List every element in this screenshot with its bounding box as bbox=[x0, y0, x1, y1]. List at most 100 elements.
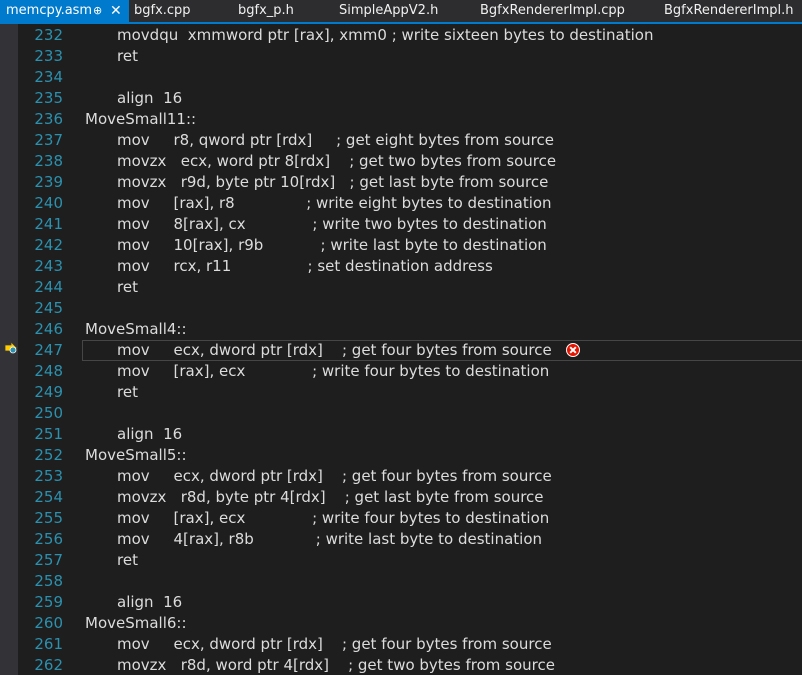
line-number: 251 bbox=[34, 425, 63, 443]
code-line[interactable]: 233 ret bbox=[18, 46, 802, 67]
line-number: 252 bbox=[34, 446, 63, 464]
line-number: 236 bbox=[34, 110, 63, 128]
line-number: 233 bbox=[34, 47, 63, 65]
line-number: 238 bbox=[34, 152, 63, 170]
tab-bgfx-cpp[interactable]: bgfx.cpp bbox=[128, 0, 228, 22]
code-line[interactable]: 242 mov 10[rax], r9b ; write last byte to… bbox=[18, 235, 802, 256]
tab-label: BgfxRendererImpl.h bbox=[664, 3, 794, 18]
line-number: 242 bbox=[34, 236, 63, 254]
code-line[interactable]: 262 movzx r8d, word ptr 4[rdx] ; get two … bbox=[18, 655, 802, 675]
code-text: ret bbox=[117, 47, 138, 65]
line-number: 237 bbox=[34, 131, 63, 149]
tab-simpleappv2-h[interactable]: SimpleAppV2.h bbox=[333, 0, 463, 22]
code-text: mov 4[rax], r8b ; write last byte to des… bbox=[117, 530, 543, 548]
code-line[interactable]: 245 bbox=[18, 298, 802, 319]
error-icon[interactable] bbox=[566, 343, 580, 357]
code-line[interactable]: 247 mov ecx, dword ptr [rdx] ; get four b… bbox=[18, 340, 802, 361]
code-line[interactable]: 239 movzx r9d, byte ptr 10[rdx] ; get las… bbox=[18, 172, 802, 193]
line-number: 240 bbox=[34, 194, 63, 212]
tab-bgfxrendererimpl-cpp[interactable]: BgfxRendererImpl.cpp bbox=[474, 0, 654, 22]
line-number: 254 bbox=[34, 488, 63, 506]
code-line[interactable]: 238 movzx ecx, word ptr 8[rdx] ; get two … bbox=[18, 151, 802, 172]
code-line[interactable]: 243 mov rcx, r11 ; set destination addres… bbox=[18, 256, 802, 277]
code-text: mov ecx, dword ptr [rdx] ; get four byte… bbox=[117, 635, 552, 653]
code-editor[interactable]: 232 movdqu xmmword ptr [rax], xmm0 ; writ… bbox=[18, 24, 802, 675]
code-text: MoveSmall6:: bbox=[85, 614, 187, 632]
line-number: 249 bbox=[34, 383, 63, 401]
code-line[interactable]: 234 bbox=[18, 67, 802, 88]
code-line[interactable]: 232 movdqu xmmword ptr [rax], xmm0 ; writ… bbox=[18, 25, 802, 46]
code-text: mov 10[rax], r9b ; write last byte to de… bbox=[117, 236, 547, 254]
code-line[interactable]: 257 ret bbox=[18, 550, 802, 571]
line-number: 255 bbox=[34, 509, 63, 527]
code-line[interactable]: 260 MoveSmall6:: bbox=[18, 613, 802, 634]
code-line[interactable]: 244 ret bbox=[18, 277, 802, 298]
line-number: 244 bbox=[34, 278, 63, 296]
line-number: 253 bbox=[34, 467, 63, 485]
line-number: 239 bbox=[34, 173, 63, 191]
code-line[interactable]: 251 align 16 bbox=[18, 424, 802, 445]
code-text: align 16 bbox=[117, 89, 183, 107]
code-line[interactable]: 261 mov ecx, dword ptr [rdx] ; get four b… bbox=[18, 634, 802, 655]
tab-label: SimpleAppV2.h bbox=[339, 3, 439, 18]
code-text: MoveSmall5:: bbox=[85, 446, 187, 464]
code-line[interactable]: 246 MoveSmall4:: bbox=[18, 319, 802, 340]
code-text: mov [rax], r8 ; write eight bytes to des… bbox=[117, 194, 552, 212]
line-number: 245 bbox=[34, 299, 63, 317]
code-line[interactable]: 252 MoveSmall5:: bbox=[18, 445, 802, 466]
code-text: ret bbox=[117, 551, 138, 569]
line-number: 258 bbox=[34, 572, 63, 590]
line-number: 234 bbox=[34, 68, 63, 86]
line-number: 232 bbox=[34, 26, 63, 44]
line-number: 248 bbox=[34, 362, 63, 380]
current-statement-arrow-icon bbox=[4, 341, 18, 355]
line-number: 260 bbox=[34, 614, 63, 632]
tab-bar: memcpy.asm ⊕ ✕ bgfx.cpp bgfx_p.h SimpleA… bbox=[0, 0, 802, 24]
code-text: movdqu xmmword ptr [rax], xmm0 ; write s… bbox=[117, 26, 654, 44]
pin-icon[interactable]: ⊕ bbox=[93, 0, 102, 22]
line-number: 257 bbox=[34, 551, 63, 569]
code-line[interactable]: 258 bbox=[18, 571, 802, 592]
code-text: MoveSmall11:: bbox=[85, 110, 197, 128]
line-number: 247 bbox=[34, 341, 63, 359]
code-text: mov 8[rax], cx ; write two bytes to dest… bbox=[117, 215, 547, 233]
tab-bgfxrendererimpl-h[interactable]: BgfxRendererImpl.h bbox=[658, 0, 802, 22]
line-number: 256 bbox=[34, 530, 63, 548]
code-text: align 16 bbox=[117, 425, 183, 443]
code-text: movzx r8d, byte ptr 4[rdx] ; get last by… bbox=[117, 488, 544, 506]
code-text: MoveSmall4:: bbox=[85, 320, 187, 338]
tab-bgfx-p-h[interactable]: bgfx_p.h bbox=[232, 0, 332, 22]
tab-label: memcpy.asm bbox=[6, 3, 93, 18]
line-number: 241 bbox=[34, 215, 63, 233]
code-line[interactable]: 253 mov ecx, dword ptr [rdx] ; get four b… bbox=[18, 466, 802, 487]
code-line[interactable]: 250 bbox=[18, 403, 802, 424]
code-line[interactable]: 235 align 16 bbox=[18, 88, 802, 109]
code-line[interactable]: 254 movzx r8d, byte ptr 4[rdx] ; get last… bbox=[18, 487, 802, 508]
code-text: mov [rax], ecx ; write four bytes to des… bbox=[117, 509, 550, 527]
code-text: mov ecx, dword ptr [rdx] ; get four byte… bbox=[117, 341, 552, 359]
code-text: mov r8, qword ptr [rdx] ; get eight byte… bbox=[117, 131, 554, 149]
code-line[interactable]: 249 ret bbox=[18, 382, 802, 403]
tab-label: bgfx_p.h bbox=[238, 3, 294, 18]
code-text: mov [rax], ecx ; write four bytes to des… bbox=[117, 362, 550, 380]
line-number: 250 bbox=[34, 404, 63, 422]
code-text: movzx r9d, byte ptr 10[rdx] ; get last b… bbox=[117, 173, 549, 191]
code-line[interactable]: 256 mov 4[rax], r8b ; write last byte to … bbox=[18, 529, 802, 550]
code-line[interactable]: 237 mov r8, qword ptr [rdx] ; get eight b… bbox=[18, 130, 802, 151]
code-line[interactable]: 259 align 16 bbox=[18, 592, 802, 613]
code-line[interactable]: 255 mov [rax], ecx ; write four bytes to … bbox=[18, 508, 802, 529]
line-number: 262 bbox=[34, 656, 63, 674]
code-text: ret bbox=[117, 383, 138, 401]
tab-label: BgfxRendererImpl.cpp bbox=[480, 3, 625, 18]
line-number: 259 bbox=[34, 593, 63, 611]
code-text: mov ecx, dword ptr [rdx] ; get four byte… bbox=[117, 467, 552, 485]
code-line[interactable]: 240 mov [rax], r8 ; write eight bytes to … bbox=[18, 193, 802, 214]
tab-memcpy-asm[interactable]: memcpy.asm ⊕ ✕ bbox=[0, 0, 129, 22]
line-number: 261 bbox=[34, 635, 63, 653]
code-text: align 16 bbox=[117, 593, 183, 611]
code-line[interactable]: 248 mov [rax], ecx ; write four bytes to … bbox=[18, 361, 802, 382]
code-line[interactable]: 236 MoveSmall11:: bbox=[18, 109, 802, 130]
close-icon[interactable]: ✕ bbox=[110, 0, 122, 22]
code-line[interactable]: 241 mov 8[rax], cx ; write two bytes to d… bbox=[18, 214, 802, 235]
line-number: 243 bbox=[34, 257, 63, 275]
